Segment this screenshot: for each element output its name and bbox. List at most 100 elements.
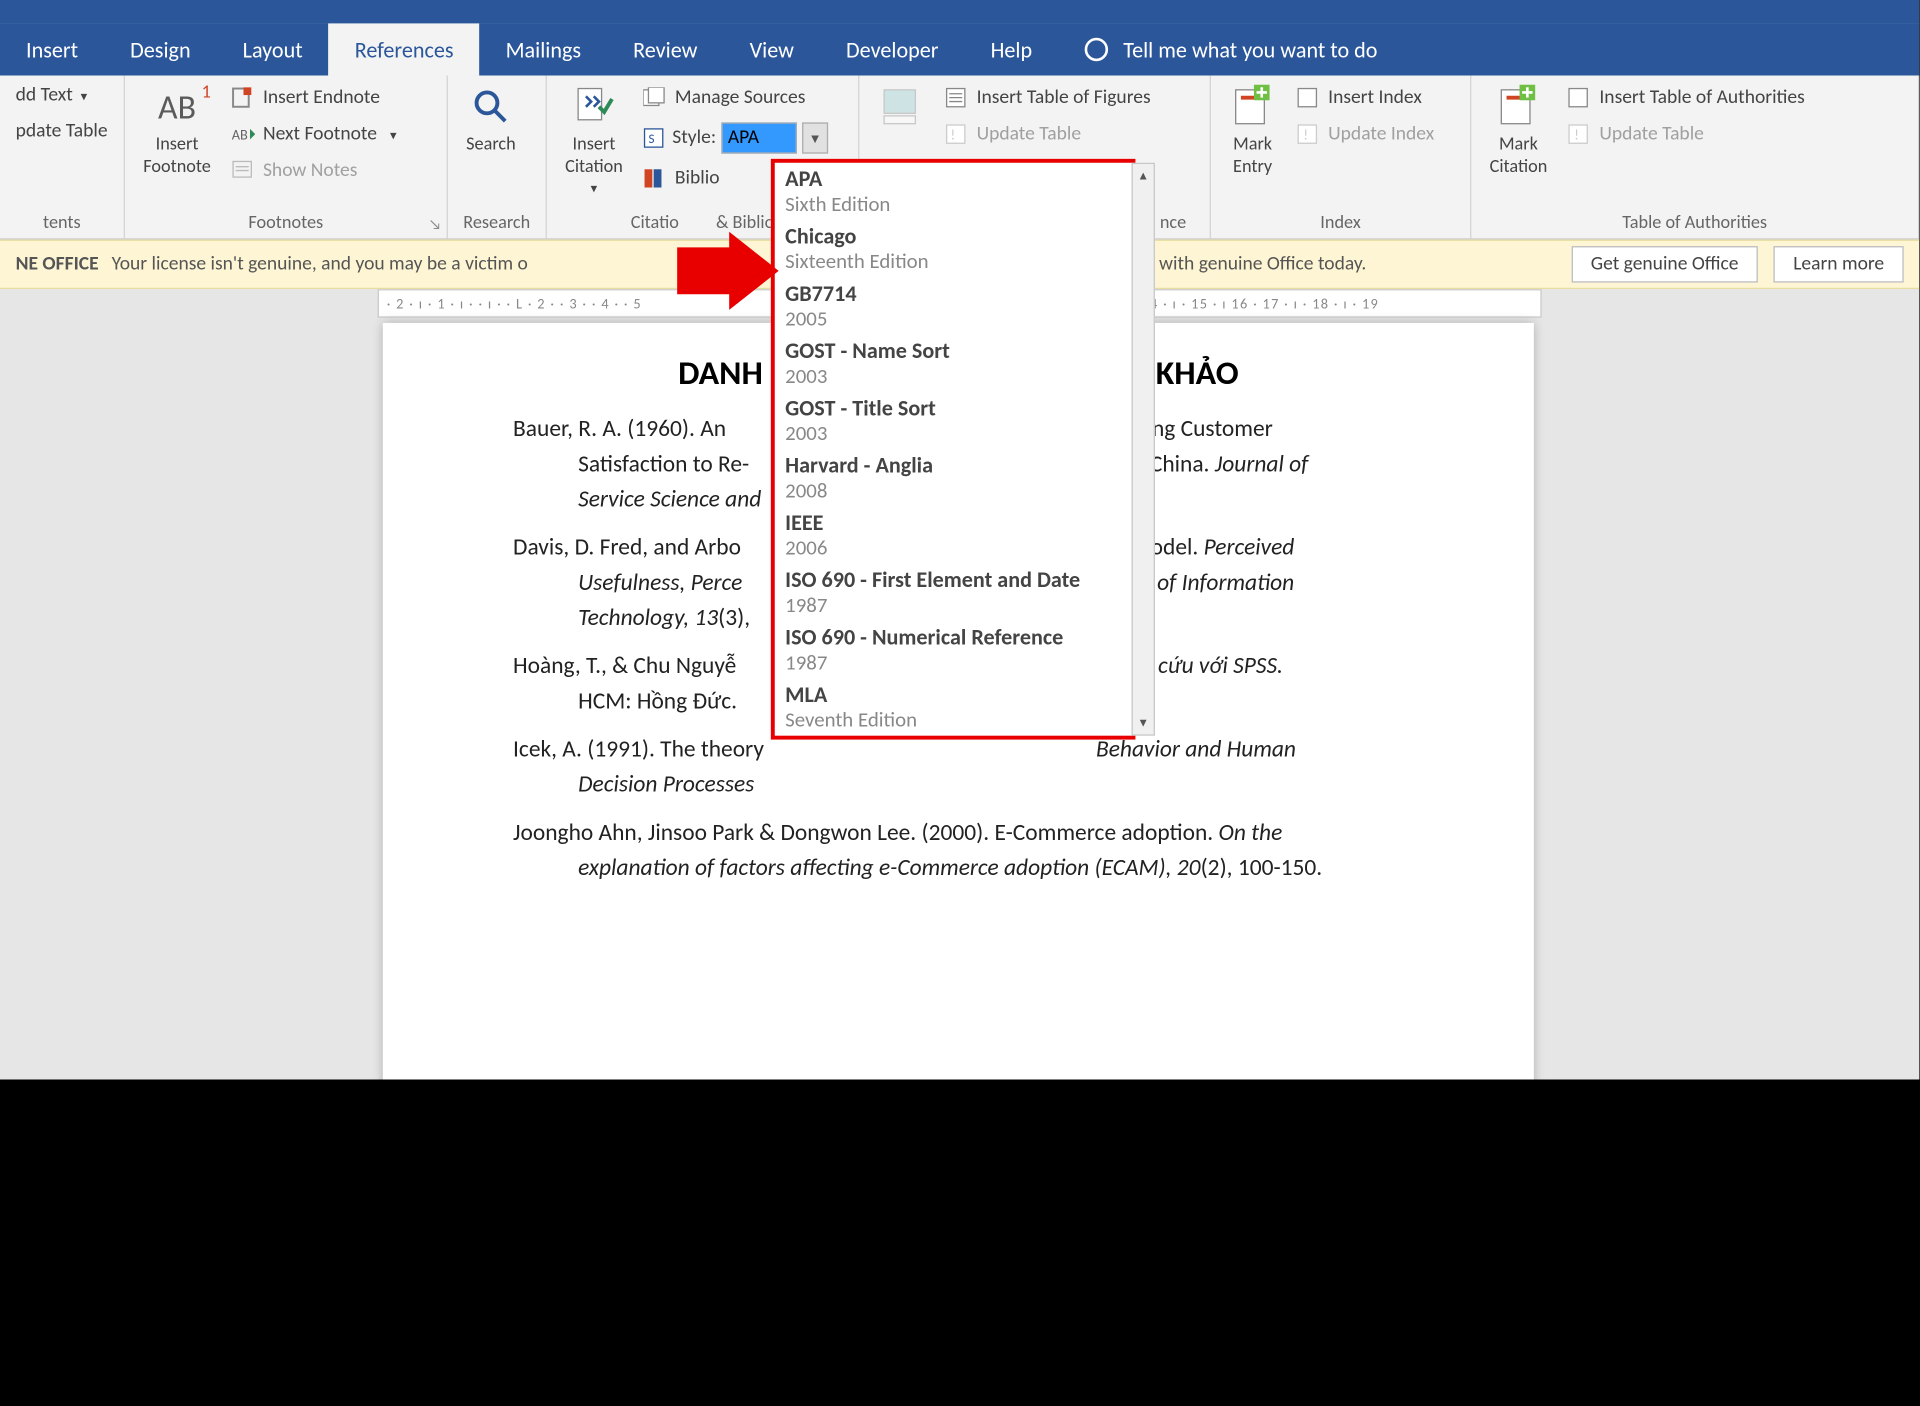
style-option[interactable]: GOST - Title Sort2003 (775, 392, 1132, 449)
next-footnote-icon: AB (232, 124, 255, 145)
style-option[interactable]: ChicagoSixteenth Edition (775, 220, 1132, 277)
svg-text:AB: AB (232, 125, 248, 143)
style-option-edition: 1987 (785, 651, 1121, 676)
citation-style-dropdown: APASixth EditionChicagoSixteenth Edition… (771, 159, 1136, 740)
insert-index-button[interactable]: Insert Index (1292, 83, 1440, 112)
style-icon: S (644, 128, 667, 149)
style-option-name: ISO 690 - Numerical Reference (785, 624, 1121, 651)
update-icon: ! (945, 124, 968, 145)
style-option-name: GB7714 (785, 280, 1121, 307)
tab-references[interactable]: References (329, 23, 480, 75)
tab-developer[interactable]: Developer (820, 23, 965, 75)
mark-citation-icon (1495, 83, 1542, 130)
tab-help[interactable]: Help (965, 23, 1059, 75)
mark-entry-icon (1229, 83, 1276, 130)
tof-icon (945, 87, 968, 108)
style-label: Style: (672, 126, 716, 149)
style-option[interactable]: MLASeventh Edition (775, 678, 1132, 735)
svg-text:!: ! (1303, 125, 1308, 143)
notes-icon (232, 160, 255, 181)
dropdown-scrollbar[interactable]: ▲ ▼ (1132, 163, 1155, 736)
update-toa-button[interactable]: ! Update Table (1563, 120, 1810, 149)
update-toa-icon: ! (1568, 124, 1591, 145)
svg-text:S: S (649, 132, 655, 147)
toa-icon (1568, 87, 1591, 108)
tab-mailings[interactable]: Mailings (480, 23, 608, 75)
style-option-name: APA (785, 165, 1121, 192)
style-option-name: GOST - Name Sort (785, 337, 1121, 364)
citation-style-control: S Style: ▼ (638, 120, 833, 156)
citation-icon (571, 83, 618, 130)
style-option-name: Chicago (785, 223, 1121, 250)
style-option[interactable]: ISO 690 - Numerical Reference1987 (775, 621, 1132, 678)
get-genuine-button[interactable]: Get genuine Office (1571, 246, 1758, 282)
style-option-name: IEEE (785, 509, 1121, 536)
group-toc-label: tents (10, 208, 113, 235)
search-button[interactable]: Search (458, 81, 523, 158)
add-text-button[interactable]: dd Text ▾ (10, 81, 112, 110)
tab-layout[interactable]: Layout (217, 23, 329, 75)
manage-sources-button[interactable]: Manage Sources (638, 83, 833, 112)
update-toc-button[interactable]: pdate Table (10, 117, 112, 146)
tell-me-label: Tell me what you want to do (1123, 36, 1377, 63)
style-option[interactable]: ISO 690 - First Element and Date1987 (775, 564, 1132, 621)
show-notes-button[interactable]: Show Notes (227, 156, 402, 185)
index-icon (1297, 87, 1320, 108)
insert-footnote-button[interactable]: AB1 Insert Footnote (135, 81, 218, 180)
style-option-name: MLA (785, 681, 1121, 708)
style-option-name: Harvard - Anglia (785, 452, 1121, 479)
style-option[interactable]: GOST - Name Sort2003 (775, 335, 1132, 392)
bibliography-entry: Icek, A. (1991). The theoryBehavior and … (513, 732, 1404, 802)
lightbulb-icon (1084, 38, 1107, 61)
footnotes-dialog-launcher[interactable]: ↘ (429, 216, 442, 233)
notif-lead: NE OFFICE (16, 253, 99, 276)
mark-citation-button[interactable]: Mark Citation (1482, 81, 1555, 180)
tab-view[interactable]: View (724, 23, 820, 75)
style-option-name: ISO 690 - First Element and Date (785, 566, 1121, 593)
style-combo-input[interactable] (721, 122, 797, 153)
bibliography-entry: Joongho Ahn, Jinsoo Park & Dongwon Lee. … (513, 815, 1404, 885)
update-index-icon: ! (1297, 124, 1320, 145)
bibliography-icon (644, 168, 667, 189)
style-option-edition: 1987 (785, 594, 1121, 619)
update-tof-button[interactable]: ! Update Table (940, 120, 1156, 149)
caption-icon (878, 83, 925, 130)
style-option-edition: Seventh Edition (785, 708, 1121, 733)
endnote-icon (232, 87, 255, 108)
tab-insert[interactable]: Insert (0, 23, 104, 75)
scroll-up-icon[interactable]: ▲ (1133, 164, 1154, 187)
learn-more-button[interactable]: Learn more (1774, 246, 1904, 282)
scroll-down-icon[interactable]: ▼ (1133, 711, 1154, 734)
group-footnotes-label: Footnotes (135, 208, 436, 235)
group-research-label: Research (458, 208, 535, 235)
mark-entry-button[interactable]: Mark Entry (1221, 81, 1284, 180)
style-option[interactable]: GB77142005 (775, 277, 1132, 334)
insert-caption-button[interactable] (870, 81, 933, 133)
style-option-edition: 2003 (785, 422, 1121, 447)
svg-text:!: ! (1575, 125, 1580, 143)
update-index-button[interactable]: ! Update Index (1292, 120, 1440, 149)
ribbon-tab-row: Insert Design Layout References Mailings… (0, 23, 1919, 75)
style-option-edition: 2003 (785, 365, 1121, 390)
insert-tof-button[interactable]: Insert Table of Figures (940, 83, 1156, 112)
style-option-edition: Sixth Edition (785, 193, 1121, 218)
insert-toa-button[interactable]: Insert Table of Authorities (1563, 83, 1810, 112)
notif-msg: Your license isn't genuine, and you may … (112, 253, 528, 276)
tab-design[interactable]: Design (104, 23, 217, 75)
next-footnote-button[interactable]: AB Next Footnote ▾ (227, 120, 402, 149)
style-option-edition: Sixteenth Edition (785, 250, 1121, 275)
group-index-label: Index (1221, 208, 1459, 235)
style-option[interactable]: IEEE2006 (775, 507, 1132, 564)
style-option[interactable]: Harvard - Anglia2008 (775, 449, 1132, 506)
style-option-name: GOST - Title Sort (785, 395, 1121, 422)
tell-me-search[interactable]: Tell me what you want to do (1084, 23, 1377, 75)
group-toa-label: Table of Authorities (1482, 208, 1908, 235)
insert-endnote-button[interactable]: Insert Endnote (227, 83, 402, 112)
sources-icon (644, 87, 667, 108)
tab-review[interactable]: Review (607, 23, 723, 75)
style-combo-arrow[interactable]: ▼ (802, 122, 828, 153)
style-option[interactable]: APASixth Edition (775, 163, 1132, 220)
insert-citation-button[interactable]: Insert Citation▾ (557, 81, 630, 199)
style-option-edition: 2005 (785, 307, 1121, 332)
style-option-edition: 2008 (785, 479, 1121, 504)
